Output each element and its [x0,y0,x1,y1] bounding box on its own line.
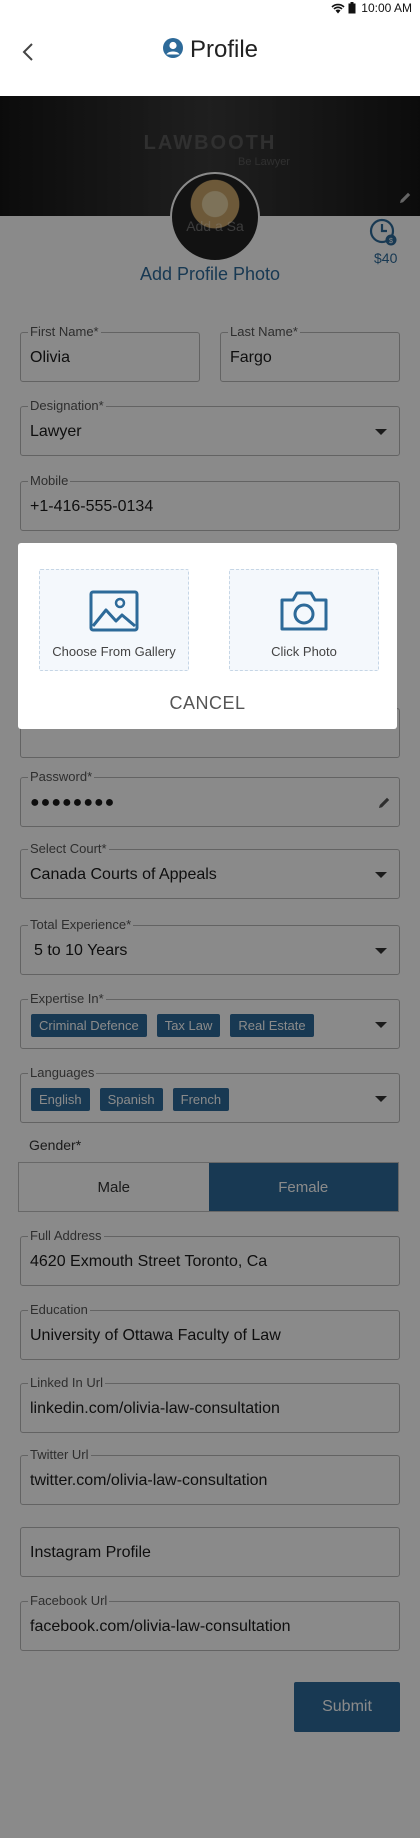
top-app-bar: Profile [0,16,420,96]
status-time: 10:00 AM [361,1,412,15]
status-bar: 10:00 AM [0,0,420,16]
user-circle-icon [162,37,184,64]
image-gallery-icon [89,590,139,637]
photo-source-dialog: Choose From Gallery Click Photo CANCEL [18,543,397,729]
modal-backdrop[interactable] [0,96,420,1838]
wifi-icon [331,3,345,14]
battery-icon [348,2,356,14]
gallery-label: Choose From Gallery [52,644,176,659]
title-group: Profile [0,36,420,64]
camera-label: Click Photo [271,644,337,659]
cancel-button[interactable]: CANCEL [18,693,397,714]
click-photo-option[interactable]: Click Photo [229,569,379,671]
page-title: Profile [189,36,259,63]
choose-from-gallery-option[interactable]: Choose From Gallery [39,569,189,671]
camera-icon [278,590,330,637]
